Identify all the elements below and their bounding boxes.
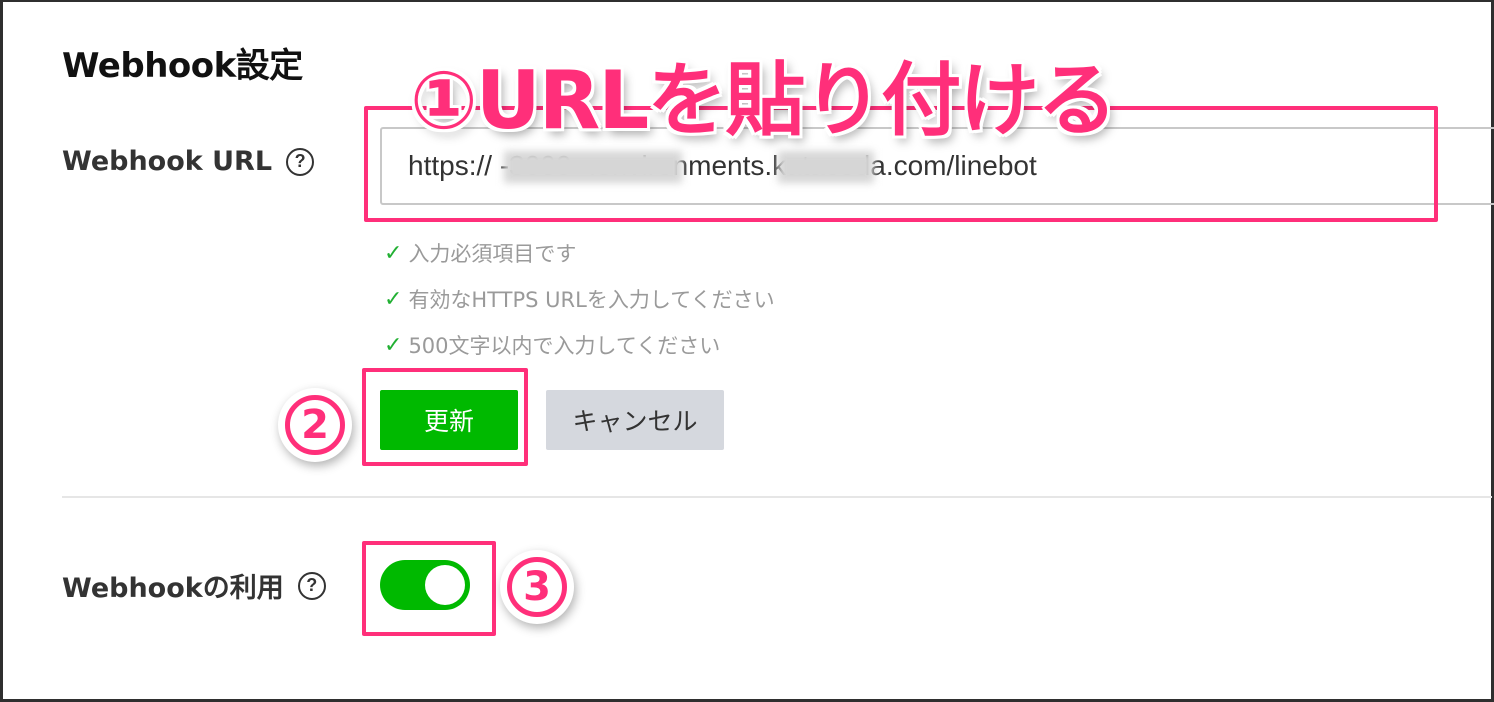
use-webhook-label: Webhookの利用 [62,573,284,604]
check-icon: ✓ [384,240,403,266]
annotation-step2-badge: 2 [278,388,352,462]
annotation-step1-text: ①URLを貼り付ける [410,54,1117,147]
highlight-box-step2 [362,368,528,466]
check-icon: ✓ [384,286,403,312]
validation-item: ✓ 入力必須項目です [384,240,577,267]
annotation-step3-badge: 3 [500,550,574,624]
highlight-box-step3 [362,541,496,636]
question-circle-icon[interactable]: ? [297,571,326,600]
validation-item: ✓ 有効なHTTPS URLを入力してください [384,286,775,313]
webhook-url-label: Webhook URL [62,146,273,177]
webhook-url-label-row: Webhook URL ? [62,146,315,177]
use-webhook-label-row: Webhookの利用 ? [62,566,326,605]
divider [62,496,1492,498]
question-circle-icon[interactable]: ? [286,147,315,176]
validation-item: ✓ 500文字以内で入力してください [384,332,721,359]
annotation-step2-number: 2 [285,395,345,455]
annotation-step3-number: 3 [507,557,567,617]
cancel-button[interactable]: キャンセル [546,390,724,450]
section-title: Webhook設定 [62,46,303,86]
check-icon: ✓ [384,332,403,358]
